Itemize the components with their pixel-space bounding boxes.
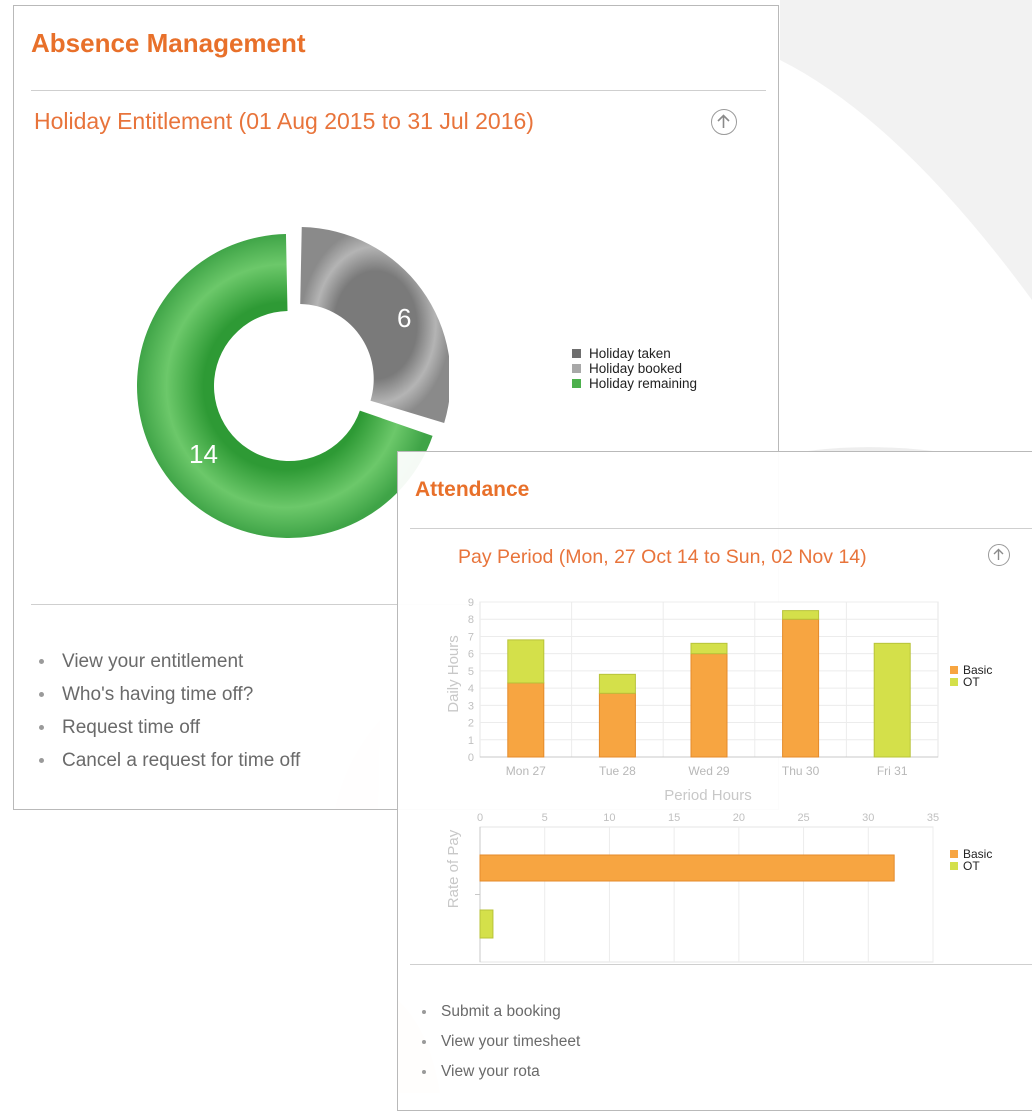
y-tick-label: 2 bbox=[468, 718, 474, 730]
bar-ot-wed-29 bbox=[690, 642, 728, 655]
link-cancel-request[interactable]: Cancel a request for time off bbox=[36, 750, 300, 783]
y-axis-label: Daily Hours bbox=[445, 635, 462, 713]
x-tick-label: Wed 29 bbox=[688, 764, 729, 778]
legend-swatch bbox=[572, 364, 581, 373]
legend-swatch bbox=[572, 379, 581, 388]
y-axis-label: Rate of Pay bbox=[445, 829, 462, 908]
bar-ot-tue-28 bbox=[598, 673, 636, 694]
link-request-time-off[interactable]: Request time off bbox=[36, 717, 300, 750]
x-tick-label: 20 bbox=[733, 812, 745, 824]
legend-swatch bbox=[572, 349, 581, 358]
y-tick-label: 7 bbox=[468, 631, 474, 643]
y-tick-label: 3 bbox=[468, 700, 474, 712]
x-tick-label: Thu 30 bbox=[782, 764, 820, 778]
y-tick-label: 9 bbox=[468, 597, 474, 609]
x-tick-label: 35 bbox=[927, 812, 939, 824]
link-label: View your timesheet bbox=[441, 1033, 581, 1050]
link-label: Who's having time off? bbox=[62, 684, 254, 705]
link-label: View your rota bbox=[441, 1063, 540, 1080]
legend-item-holiday-booked: Holiday booked bbox=[572, 361, 697, 376]
collapse-icon[interactable] bbox=[711, 109, 737, 135]
y-tick-label: 6 bbox=[468, 649, 474, 661]
y-tick-label: 5 bbox=[468, 666, 474, 678]
bar-basic-mon-27 bbox=[507, 682, 545, 758]
link-label: Submit a booking bbox=[441, 1003, 561, 1020]
x-tick-label: 25 bbox=[797, 812, 809, 824]
x-tick-label: 5 bbox=[542, 812, 548, 824]
period-legend: Basic OT bbox=[950, 848, 992, 872]
x-tick-label: Mon 27 bbox=[506, 764, 546, 778]
bar-ot-fri-31 bbox=[873, 642, 911, 758]
legend-label: OT bbox=[963, 859, 980, 873]
bullet-icon bbox=[422, 1070, 426, 1074]
bar-basic-period bbox=[479, 854, 895, 882]
y-tick-label: 1 bbox=[468, 735, 474, 747]
bar-ot-mon-27 bbox=[507, 639, 545, 684]
bullet-icon bbox=[39, 692, 44, 697]
legend-label: OT bbox=[963, 675, 980, 689]
x-tick-label: Tue 28 bbox=[599, 764, 636, 778]
y-tick-label: 8 bbox=[468, 614, 474, 626]
daily-hours-chart: Daily Hours 0 1 2 3 4 5 6 7 8 9 Mon 27 Tue 28 Wed 29… bbox=[445, 597, 939, 778]
legend-item-holiday-taken: Holiday taken bbox=[572, 346, 697, 361]
pay-period-heading: Pay Period (Mon, 27 Oct 14 to Sun, 02 No… bbox=[458, 546, 867, 568]
collapse-icon[interactable] bbox=[988, 544, 1010, 566]
y-tick-label: 0 bbox=[468, 752, 474, 764]
legend-label: Holiday booked bbox=[589, 361, 683, 376]
x-tick-label: 30 bbox=[862, 812, 874, 824]
bullet-icon bbox=[39, 758, 44, 763]
link-label: Cancel a request for time off bbox=[62, 750, 301, 771]
booked-value-label: 6 bbox=[397, 303, 411, 333]
x-tick-label: 0 bbox=[477, 812, 483, 824]
holiday-entitlement-heading: Holiday Entitlement (01 Aug 2015 to 31 J… bbox=[34, 108, 534, 134]
x-tick-label: 10 bbox=[603, 812, 615, 824]
legend-item-holiday-remaining: Holiday remaining bbox=[572, 376, 697, 391]
bullet-icon bbox=[422, 1040, 426, 1044]
attendance-title-divider bbox=[410, 528, 1032, 529]
legend-label: Holiday taken bbox=[589, 346, 671, 361]
x-tick-label: Fri 31 bbox=[877, 764, 908, 778]
bar-ot-period bbox=[479, 909, 494, 939]
legend-swatch bbox=[950, 862, 958, 870]
daily-legend: Basic OT bbox=[950, 664, 992, 688]
bar-basic-tue-28 bbox=[598, 692, 636, 758]
bar-basic-thu-30 bbox=[782, 618, 820, 758]
absence-panel-title: Absence Management bbox=[31, 28, 306, 58]
legend-swatch bbox=[950, 850, 958, 858]
remaining-value-label: 14 bbox=[189, 439, 218, 469]
legend-item-ot: OT bbox=[950, 676, 992, 688]
link-view-rota[interactable]: View your rota bbox=[420, 1063, 580, 1093]
legend-swatch bbox=[950, 678, 958, 686]
period-hours-chart: Period Hours Rate of Pay 0 5 10 15 20 25 30 35 bbox=[445, 787, 939, 963]
attendance-panel-title: Attendance bbox=[415, 478, 530, 501]
link-view-timesheet[interactable]: View your timesheet bbox=[420, 1033, 580, 1063]
bullet-icon bbox=[39, 659, 44, 664]
link-label: Request time off bbox=[62, 717, 201, 738]
legend-item-ot: OT bbox=[950, 860, 992, 872]
donut-slice-holiday-booked bbox=[300, 226, 449, 424]
bar-ot-thu-30 bbox=[782, 610, 820, 620]
attendance-panel: Attendance Pay Period (Mon, 27 Oct 14 to… bbox=[397, 451, 1032, 1111]
chart-title: Period Hours bbox=[664, 787, 752, 804]
y-tick-label: 4 bbox=[468, 683, 474, 695]
attendance-links-divider bbox=[410, 964, 1032, 965]
link-label: View your entitlement bbox=[62, 651, 244, 672]
bar-basic-wed-29 bbox=[690, 653, 728, 758]
holiday-legend: Holiday taken Holiday booked Holiday rem… bbox=[572, 346, 697, 391]
plot-area bbox=[479, 826, 934, 963]
x-tick-label: 15 bbox=[668, 812, 680, 824]
link-whos-having-time-off[interactable]: Who's having time off? bbox=[36, 684, 300, 717]
link-submit-booking[interactable]: Submit a booking bbox=[420, 1003, 580, 1033]
absence-title-divider bbox=[31, 90, 766, 91]
legend-swatch bbox=[950, 666, 958, 674]
attendance-links: Submit a booking View your timesheet Vie… bbox=[420, 1003, 580, 1093]
legend-label: Holiday remaining bbox=[589, 376, 698, 391]
absence-links: View your entitlement Who's having time … bbox=[36, 651, 300, 783]
link-view-entitlement[interactable]: View your entitlement bbox=[36, 651, 300, 684]
bullet-icon bbox=[422, 1010, 426, 1014]
bullet-icon bbox=[39, 725, 44, 730]
